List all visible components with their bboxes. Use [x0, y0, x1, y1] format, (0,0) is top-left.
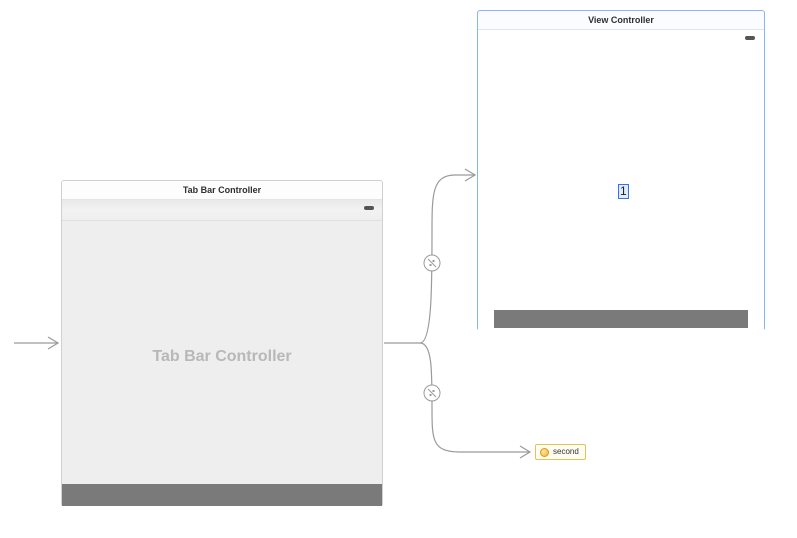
tab-bar-controller-scene[interactable]: Tab Bar Controller Tab Bar Controller	[61, 180, 383, 506]
tab-bar-item-icon	[540, 448, 549, 457]
segue-badge-bottom[interactable]	[424, 385, 440, 401]
scene-title: Tab Bar Controller	[62, 181, 382, 200]
segue-badge-top[interactable]	[424, 255, 440, 271]
status-bar-area	[62, 200, 382, 221]
view-controller-scene[interactable]: View Controller 1	[477, 10, 765, 330]
controller-watermark: Tab Bar Controller	[62, 348, 382, 366]
initial-vc-arrow[interactable]	[14, 337, 58, 349]
center-label-selected[interactable]: 1	[618, 184, 629, 199]
battery-icon	[364, 206, 374, 210]
tab-bar-item-label: second	[553, 448, 579, 456]
tab-bar	[62, 484, 382, 506]
battery-icon	[745, 36, 755, 40]
tab-bar-item-second-ref[interactable]: second	[535, 444, 586, 460]
tab-bar	[494, 310, 748, 328]
scene-title: View Controller	[478, 11, 764, 30]
